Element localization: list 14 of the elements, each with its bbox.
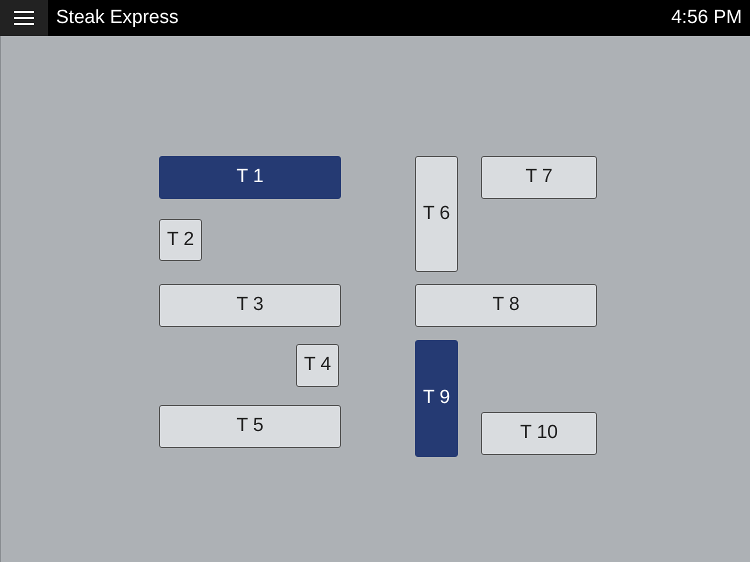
app-title: Steak Express [56,6,178,30]
menu-button[interactable] [0,0,48,36]
clock-time: 4:56 PM [671,6,742,30]
table-tile[interactable]: T 10 [481,412,597,455]
table-tile[interactable]: T 8 [415,284,597,327]
table-tile[interactable]: T 5 [159,405,341,448]
table-tile[interactable]: T 6 [415,156,458,272]
table-tile[interactable]: T 7 [481,156,597,199]
menu-icon [14,10,34,26]
table-tile[interactable]: T 3 [159,284,341,327]
table-tile[interactable]: T 9 [415,340,458,457]
table-tile[interactable]: T 1 [159,156,341,199]
table-tile[interactable]: T 4 [296,344,339,387]
table-tile[interactable]: T 2 [159,219,202,261]
